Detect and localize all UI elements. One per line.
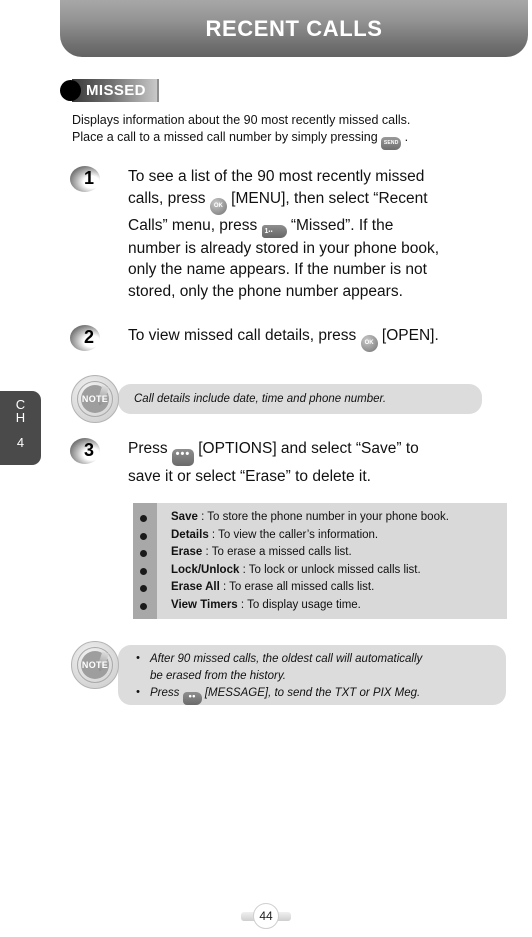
step-3-line-2: save it or select “Erase” to delete it. [128,468,371,485]
step-1-line-5: only the name appears. If the number is … [128,261,427,278]
options-list-item: Save : To store the phone number in your… [133,509,507,527]
note-2-list: After 90 missed calls, the oldest call w… [136,650,496,705]
step-1-line-3b: “Missed”. If the [290,216,394,234]
step-2-line-1b: [OPEN]. [381,327,439,344]
option-name: Details [171,528,209,541]
option-desc: : To display usage time. [240,598,361,611]
step-3: 3 Press ••• [OPTIONS] and select “Save” … [70,438,530,488]
step-2-digit: 2 [84,327,95,347]
step-1-line-1: To see a list of the 90 most recently mi… [128,168,425,185]
page-footer: 44 [0,903,532,929]
option-name: View Timers [171,598,238,611]
chapter-tab-letter-h: H [15,410,26,425]
option-desc: : To store the phone number in your phon… [201,511,449,523]
step-3-number-badge: 3 [70,438,104,466]
chapter-tab: C H 4 [0,391,41,465]
options-list-item: Erase : To erase a missed calls list. [133,544,507,562]
step-1-digit: 1 [84,168,95,188]
note-icon-1: NOTE [71,375,119,423]
note-1-text: Call details include date, time and phon… [134,393,387,405]
step-1-text: To see a list of the 90 most recently mi… [128,166,525,302]
step-3-line-1b: [OPTIONS] and select “Save” to [198,440,419,457]
ok-key-icon: OK [360,335,378,352]
bullet-icon [140,585,147,592]
intro-line-2-text: Place a call to a missed call number by … [72,130,378,144]
note-2-item-1: After 90 missed calls, the oldest call w… [136,650,496,685]
step-3-text: Press ••• [OPTIONS] and select “Save” to… [128,438,530,488]
step-2: 2 To view missed call details, press OK … [70,325,530,352]
option-desc: : To erase all missed calls list. [223,581,375,593]
options-list-item: Erase All : To erase all missed calls li… [133,579,507,597]
option-name: Erase All [171,581,220,593]
intro-line-2: Place a call to a missed call number by … [72,129,522,150]
note-2-item-1-line-2: be erased from the history. [150,670,286,682]
option-desc: : To view the caller’s information. [211,528,379,541]
bullet-icon [140,602,147,610]
step-3-line-1: Press ••• [OPTIONS] and select “Save” to [128,438,530,466]
step-3-line-1a: Press [128,440,168,457]
step-1-line-2a: calls, press [128,189,206,207]
note-2-item-2b: [MESSAGE], to send the TXT or PIX Meg. [204,687,421,699]
options-list-item: Lock/Unlock : To lock or unlock missed c… [133,562,507,580]
bullet-icon [140,515,147,522]
step-1-line-4: number is already stored in your phone b… [128,239,440,257]
options-key-icon: ••• [171,449,194,466]
chapter-tab-number: 4 [16,435,25,450]
step-2-line-1: To view missed call details, press OK [O… [128,325,530,352]
intro-line-1: Displays information about the 90 most r… [72,113,411,127]
options-list: Save : To store the phone number in your… [133,509,507,614]
bullet-icon [140,550,147,557]
step-1-number-badge: 1 [70,166,104,194]
option-name: Lock/Unlock [171,563,240,576]
one-key-icon: 1•• [261,224,287,238]
note-2-item-2: Press •• [MESSAGE], to send the TXT or P… [136,684,496,705]
step-2-line-1a: To view missed call details, press [128,327,357,344]
options-list-box: Save : To store the phone number in your… [133,503,507,619]
note-icon-label: NOTE [81,394,109,404]
note-icon-2: NOTE [71,641,119,689]
option-desc: : To erase a missed calls list. [205,546,352,558]
message-key-icon: •• [182,692,202,705]
section-badge: MISSED [60,79,159,102]
options-list-item: View Timers : To display usage time. [133,597,507,615]
option-desc: : To lock or unlock missed calls list. [242,563,421,576]
page-title: RECENT CALLS [205,16,383,41]
option-name: Save [171,511,198,523]
ok-key-icon: OK [209,197,227,215]
step-1-line-3: Calls” menu, press 1•• “Missed”. If the [128,215,525,238]
page-header-bar: RECENT CALLS [60,0,528,57]
intro-line-2-period: . [404,130,409,144]
step-1-line-2: calls, press OK [MENU], then select “Rec… [128,188,525,215]
bullet-dot-icon [60,80,81,101]
note-icon-label: NOTE [81,660,109,670]
step-1-line-3a: Calls” menu, press [128,216,258,234]
send-key-icon: SEND [381,137,402,150]
bullet-icon [140,532,147,540]
step-1-line-6: stored, only the phone number appears. [128,282,403,300]
step-2-number-badge: 2 [70,325,104,353]
bullet-icon [140,567,147,575]
step-3-digit: 3 [84,440,95,460]
step-2-text: To view missed call details, press OK [O… [128,325,530,352]
section-badge-label: MISSED [72,79,159,102]
note-2-item-2a: Press [150,687,180,699]
page-number-value: 44 [253,903,279,929]
note-2-item-1-line-1: After 90 missed calls, the oldest call w… [150,653,423,665]
step-1: 1 To see a list of the 90 most recently … [70,166,525,302]
option-name: Erase [171,546,203,558]
options-list-item: Details : To view the caller’s informati… [133,527,507,545]
one-key-dots: •• [268,228,273,235]
step-1-line-2b: [MENU], then select “Recent [231,189,428,207]
section-intro: Displays information about the 90 most r… [72,112,522,150]
